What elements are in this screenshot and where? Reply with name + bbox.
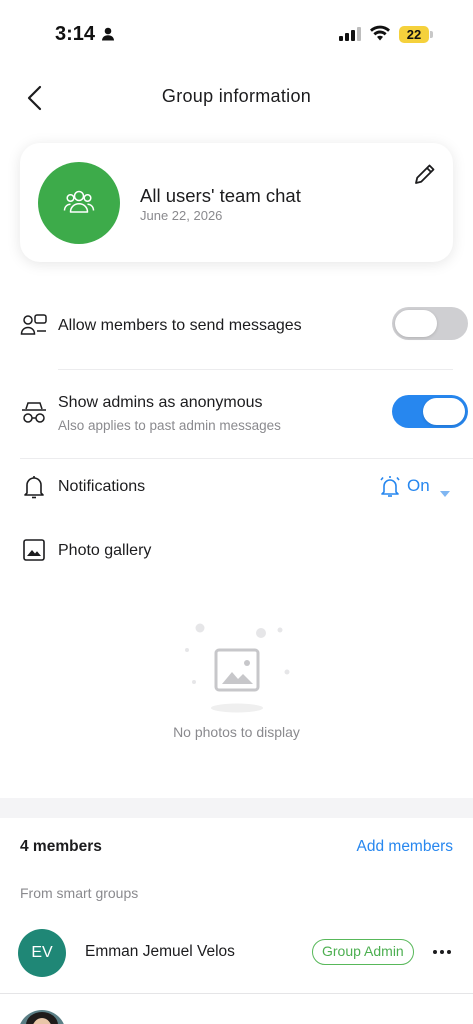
more-options-icon[interactable]: [432, 940, 452, 964]
empty-gallery-text: No photos to display: [173, 724, 300, 740]
anonymous-admins-sublabel: Also applies to past admin messages: [58, 418, 281, 433]
anonymous-admins-label: Show admins as anonymous: [58, 394, 263, 411]
group-created-date: June 22, 2026: [140, 208, 223, 223]
group-admin-badge: Group Admin: [312, 939, 414, 965]
notifications-value: On: [407, 476, 430, 495]
member-name: Emman Jemuel Velos: [85, 943, 235, 960]
wifi-icon: [370, 25, 390, 46]
avatar: EV: [18, 929, 66, 977]
incognito-icon: [20, 400, 48, 431]
add-members-button[interactable]: Add members: [357, 838, 453, 856]
pencil-icon: [415, 164, 435, 184]
image-icon: [22, 538, 46, 567]
anonymous-admins-toggle[interactable]: [392, 395, 468, 428]
allow-messages-toggle[interactable]: [392, 307, 468, 340]
allow-messages-label: Allow members to send messages: [58, 317, 302, 334]
divider: [20, 458, 473, 459]
photo-gallery-label: Photo gallery: [58, 542, 152, 559]
divider: [58, 369, 453, 370]
users-icon: [63, 190, 95, 213]
alarm-bell-icon: [380, 476, 400, 497]
smart-groups-label: From smart groups: [20, 885, 139, 901]
status-bar: 3:14 22: [0, 0, 473, 68]
members-count: 4 members: [20, 838, 102, 855]
member-row[interactable]: EV Emman Jemuel Velos Group Admin: [0, 926, 473, 982]
group-avatar: [38, 162, 120, 244]
battery-level: 22: [406, 27, 422, 42]
person-icon: [101, 27, 115, 46]
notifications-label: Notifications: [58, 478, 146, 495]
status-time: 3:14: [55, 23, 96, 45]
battery-icon: 22: [399, 26, 433, 43]
signal-icon: [339, 27, 361, 46]
edit-group-button[interactable]: [412, 161, 438, 187]
divider: [0, 993, 473, 994]
member-message-icon: [20, 313, 48, 342]
notifications-dropdown[interactable]: On: [378, 474, 450, 500]
section-separator: [0, 798, 473, 818]
group-info-card: All users' team chat June 22, 2026: [20, 143, 453, 262]
bell-icon: [22, 474, 46, 505]
group-name: All users' team chat: [140, 185, 301, 206]
member-photo-avatar[interactable]: [18, 1010, 66, 1024]
caret-down-icon: [440, 484, 450, 502]
page-title: Group information: [161, 86, 312, 106]
empty-gallery-illustration: [180, 618, 295, 716]
